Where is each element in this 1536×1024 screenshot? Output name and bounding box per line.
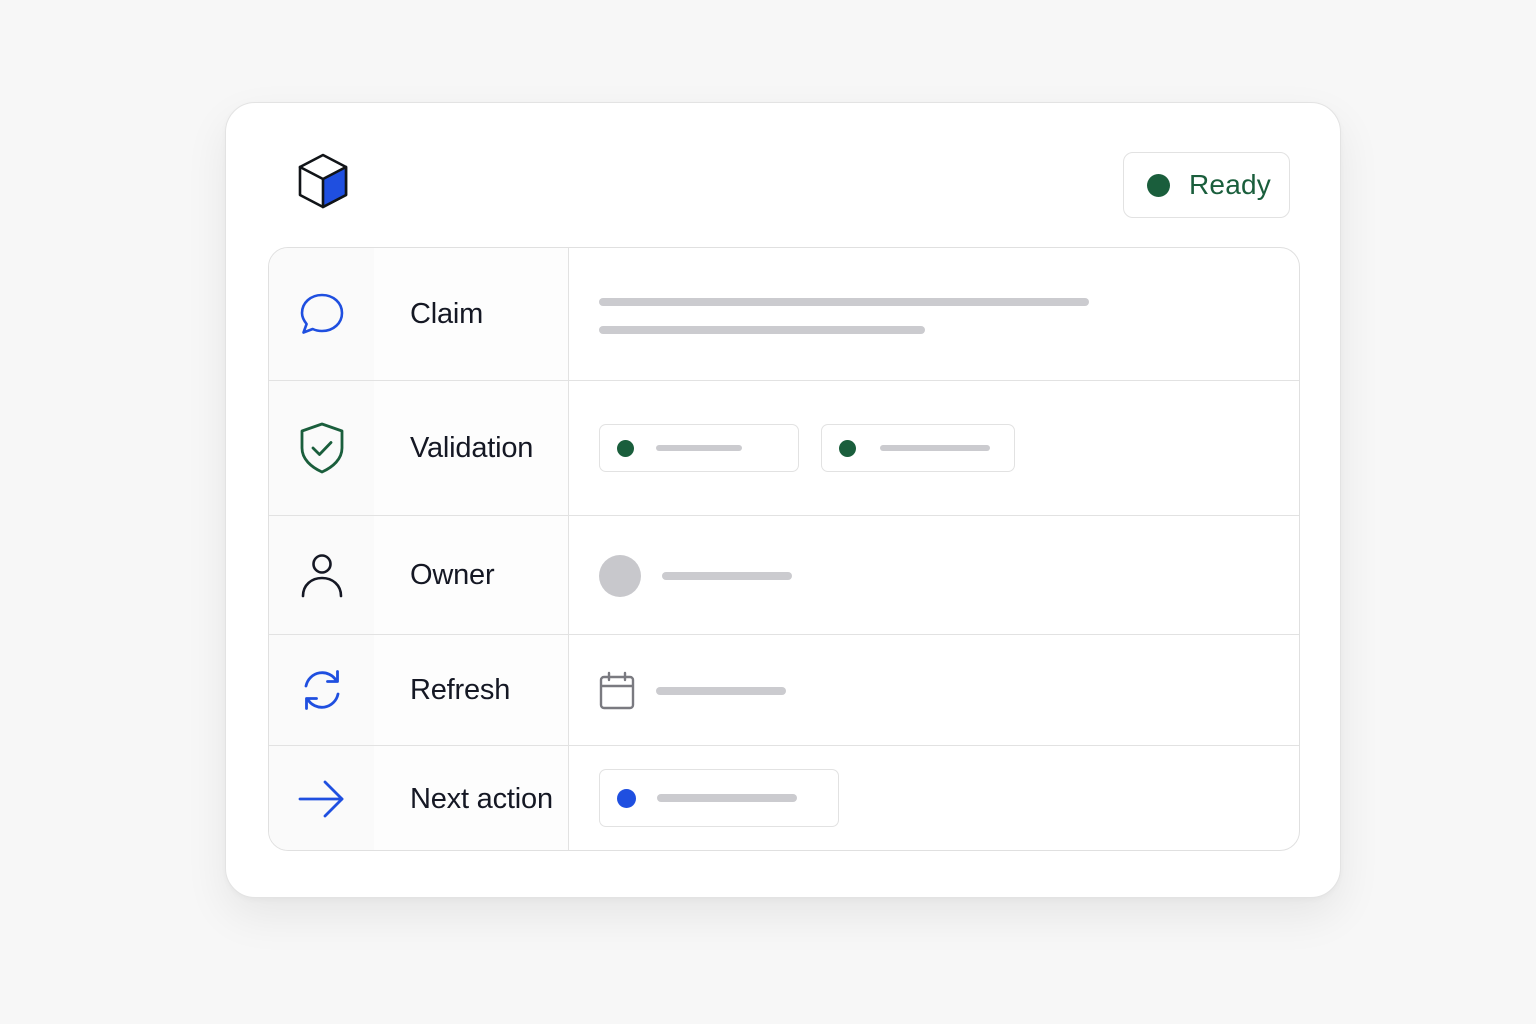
text-placeholder-line <box>656 445 742 451</box>
text-placeholder-line <box>880 445 990 451</box>
row-label: Claim <box>374 248 569 380</box>
next-action-value <box>569 746 1299 850</box>
row-icon-cell <box>269 248 375 380</box>
row-icon-cell <box>269 746 375 850</box>
avatar[interactable] <box>599 555 641 597</box>
row-owner: Owner <box>269 516 1299 635</box>
row-icon-cell <box>269 381 375 515</box>
text-placeholder-line <box>656 687 786 695</box>
cube-icon <box>296 151 350 211</box>
validation-value <box>569 381 1299 515</box>
row-label: Next action <box>374 746 569 850</box>
owner-value <box>569 516 1299 634</box>
text-placeholder-line <box>657 794 797 802</box>
calendar-icon <box>599 671 635 711</box>
refresh-value <box>569 635 1299 745</box>
row-claim: Claim <box>269 248 1299 381</box>
validation-chip[interactable] <box>599 424 799 472</box>
row-icon-cell <box>269 516 375 634</box>
row-label: Refresh <box>374 635 569 745</box>
row-next-action: Next action <box>269 746 1299 850</box>
validation-chip[interactable] <box>821 424 1015 472</box>
status-dot <box>839 440 856 457</box>
status-badge: Ready <box>1123 152 1290 218</box>
row-icon-cell <box>269 635 375 745</box>
row-label: Validation <box>374 381 569 515</box>
row-refresh: Refresh <box>269 635 1299 746</box>
status-dot <box>617 789 636 808</box>
chat-bubble-icon <box>298 290 346 338</box>
text-placeholder-line <box>599 298 1089 306</box>
record-card: Ready Claim Validation Owner Refresh Nex… <box>225 102 1341 898</box>
claim-value <box>569 248 1299 380</box>
status-dot <box>1147 173 1170 197</box>
user-icon <box>299 551 345 599</box>
row-label: Owner <box>374 516 569 634</box>
status-dot <box>617 440 634 457</box>
text-placeholder-line <box>599 326 925 334</box>
details-table: Claim Validation Owner Refresh Next acti… <box>268 247 1300 851</box>
arrow-right-icon <box>297 779 347 819</box>
next-action-chip[interactable] <box>599 769 839 827</box>
text-placeholder-line <box>662 572 792 580</box>
shield-check-icon <box>298 420 346 476</box>
status-label: Ready <box>1189 169 1271 200</box>
row-validation: Validation <box>269 381 1299 516</box>
refresh-icon <box>299 667 345 713</box>
